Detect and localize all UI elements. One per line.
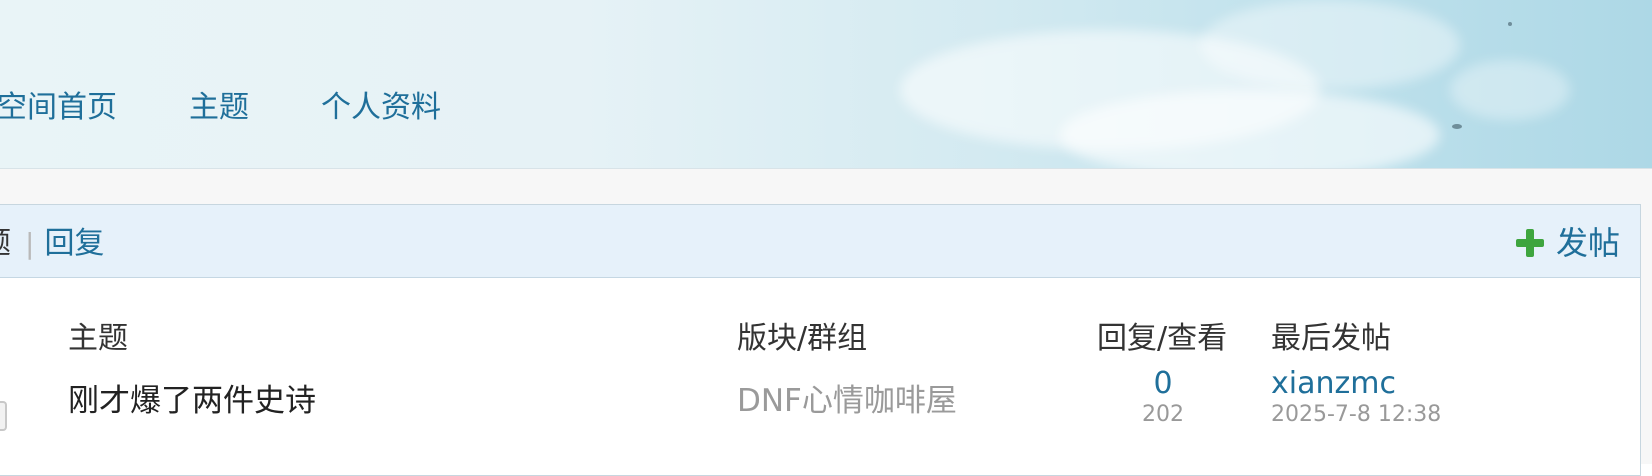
bird-decoration bbox=[1452, 124, 1462, 129]
column-header-last-post: 最后发帖 bbox=[1271, 321, 1391, 356]
thread-status-icon bbox=[0, 401, 7, 431]
nav-topics[interactable]: 主题 bbox=[189, 88, 249, 128]
bird-decoration bbox=[1508, 22, 1512, 26]
space-nav: 空间首页 主题 个人资料 bbox=[0, 88, 513, 128]
tab-replies[interactable]: 回复 bbox=[44, 225, 104, 263]
thread-view-count: 202 bbox=[1142, 402, 1184, 427]
column-header-forum: 版块/群组 bbox=[737, 321, 868, 356]
plus-icon bbox=[1515, 229, 1544, 257]
new-post-button[interactable]: 发帖 bbox=[1515, 223, 1620, 263]
last-post-user-link[interactable]: xianzmc bbox=[1271, 367, 1396, 401]
threads-panel: 主题 | 回复 发帖 主题 版块/群组 回复/查看 最后发帖 刚才爆了两件史诗 … bbox=[0, 204, 1641, 476]
thread-forum-link[interactable]: DNF心情咖啡屋 bbox=[737, 380, 957, 422]
nav-profile[interactable]: 个人资料 bbox=[321, 88, 441, 128]
thread-reply-count[interactable]: 0 bbox=[1113, 367, 1213, 401]
thread-tabs: 主题 | 回复 bbox=[0, 225, 104, 263]
cloud-decoration bbox=[1450, 60, 1570, 120]
tab-separator: | bbox=[25, 227, 35, 260]
column-header-subject: 主题 bbox=[68, 321, 128, 356]
cloud-decoration bbox=[1200, 0, 1460, 90]
column-header-replies-views: 回复/查看 bbox=[1097, 321, 1228, 356]
nav-space-home[interactable]: 空间首页 bbox=[0, 88, 117, 128]
tab-topics[interactable]: 主题 bbox=[0, 225, 11, 263]
last-post-time-link[interactable]: 2025-7-8 12:38 bbox=[1271, 401, 1441, 429]
cloud-decoration bbox=[1060, 90, 1440, 168]
threads-toolbar: 主题 | 回复 发帖 bbox=[0, 205, 1640, 278]
space-header-banner: 空间首页 主题 个人资料 bbox=[0, 0, 1652, 169]
new-post-label: 发帖 bbox=[1555, 224, 1620, 262]
thread-title-link[interactable]: 刚才爆了两件史诗 bbox=[68, 380, 316, 422]
